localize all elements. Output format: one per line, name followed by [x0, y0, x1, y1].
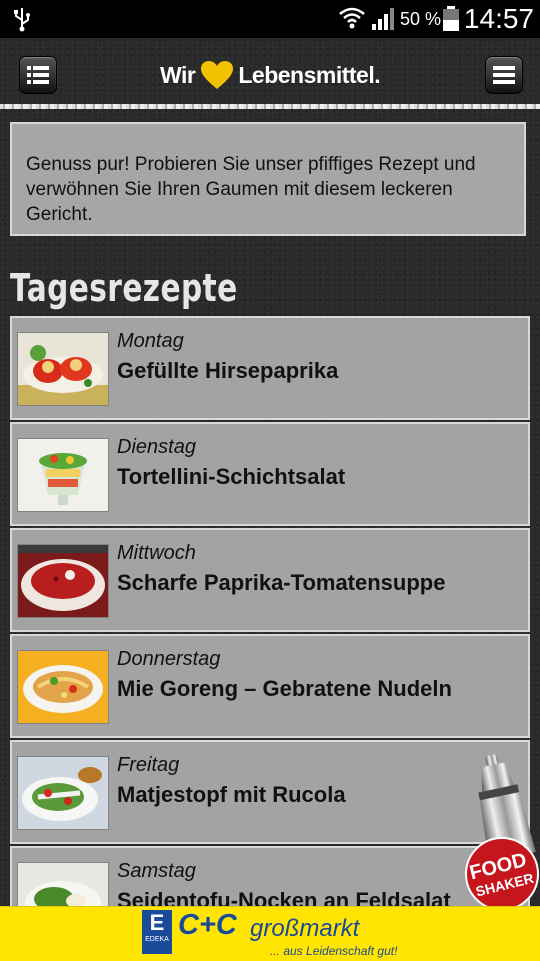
recipe-title: Tortellini-Schichtsalat	[117, 464, 346, 489]
recipe-thumbnail	[18, 333, 108, 405]
app-header: Wir Lebensmittel.	[0, 38, 540, 108]
recipe-day: Dienstag	[117, 436, 196, 458]
intro-box: Genuss pur! Probieren Sie unser pfiffige…	[10, 122, 526, 236]
usb-icon	[14, 8, 30, 32]
recipe-day: Freitag	[117, 754, 180, 776]
recipe-thumbnail	[18, 757, 108, 829]
recipe-title: Matjestopf mit Rucola	[117, 782, 346, 807]
list-menu-button[interactable]	[19, 56, 57, 94]
recipe-day: Samstag	[117, 860, 196, 882]
edeka-logo: E EDEKA	[142, 910, 172, 954]
recipe-thumbnail	[18, 651, 108, 723]
recipe-title: Mie Goreng – Gebratene Nudeln	[117, 676, 452, 701]
recipe-item[interactable]: Donnerstag Mie Goreng – Gebratene Nudeln	[10, 634, 530, 738]
recipe-thumbnail	[18, 545, 108, 617]
ad-brand-e: E	[149, 910, 165, 935]
status-clock: 14:57	[463, 3, 534, 34]
recipe-title: Gefüllte Hirsepaprika	[117, 358, 339, 383]
recipe-item[interactable]: Dienstag Tortellini-Schichtsalat	[10, 422, 530, 526]
food-shaker-button[interactable]: FOOD SHAKER	[452, 748, 540, 908]
hamburger-menu-button[interactable]	[485, 56, 523, 94]
ad-banner[interactable]: E EDEKA C+C großmarkt ... aus Leidenscha…	[0, 906, 540, 961]
recipe-thumbnail	[18, 439, 108, 511]
header-divider	[0, 104, 540, 109]
status-bar: 50 % 14:57	[0, 0, 540, 38]
ad-slogan: ... aus Leidenschaft gut!	[270, 944, 398, 958]
battery-percent: 50 %	[400, 9, 442, 29]
logo-text-right: Lebensmittel.	[238, 61, 381, 88]
heart-icon	[201, 61, 234, 89]
recipe-title: Scharfe Paprika-Tomatensuppe	[117, 570, 446, 595]
app-logo: Wir Lebensmittel.	[160, 58, 381, 92]
ad-brand-name: großmarkt	[250, 915, 360, 942]
recipe-item[interactable]: Montag Gefüllte Hirsepaprika	[10, 316, 530, 420]
ad-brand-sub: EDEKA	[145, 936, 169, 943]
intro-text: Genuss pur! Probieren Sie unser pfiffige…	[26, 154, 476, 225]
logo-text-left: Wir	[160, 61, 196, 88]
recipe-day: Montag	[117, 330, 184, 352]
wifi-icon	[339, 7, 365, 29]
signal-icon	[372, 8, 394, 30]
hamburger-menu-icon	[493, 66, 515, 84]
list-menu-icon	[27, 66, 49, 84]
section-title: Tagesrezepte	[10, 266, 238, 310]
recipe-item[interactable]: Mittwoch Scharfe Paprika-Tomatensuppe	[10, 528, 530, 632]
recipe-day: Donnerstag	[117, 648, 221, 670]
ad-brand-cc: C+C	[178, 909, 237, 941]
battery-icon	[443, 6, 459, 31]
recipe-day: Mittwoch	[117, 542, 196, 564]
